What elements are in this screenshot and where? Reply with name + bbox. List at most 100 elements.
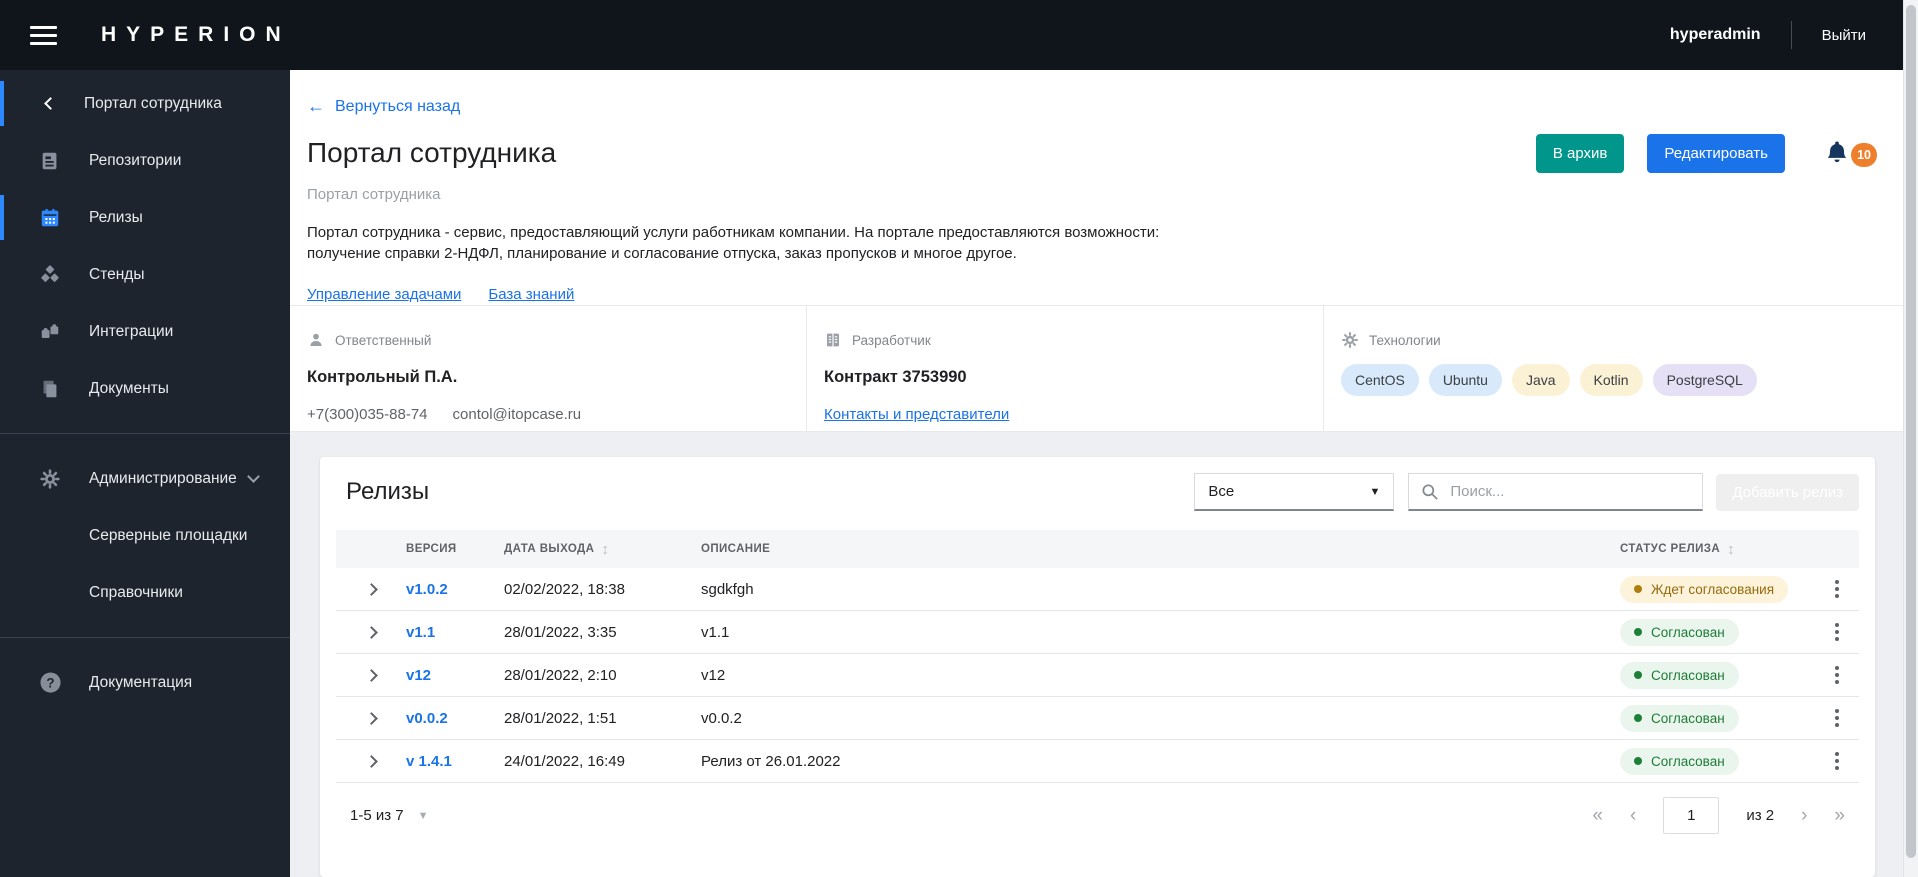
release-date: 02/02/2022, 18:38 (504, 580, 625, 598)
release-description: sgdkfgh (701, 580, 754, 598)
hamburger-menu-icon[interactable] (30, 25, 57, 45)
status-text: Согласован (1651, 753, 1725, 769)
repository-icon (38, 149, 62, 173)
release-date: 28/01/2022, 2:10 (504, 666, 617, 684)
total-pages-label: из 2 (1746, 807, 1775, 824)
back-link[interactable]: ← Вернуться назад (307, 96, 460, 117)
row-expander-icon[interactable] (364, 582, 378, 596)
sort-icon[interactable]: ↕ (601, 541, 609, 558)
row-expander-icon[interactable] (364, 668, 378, 682)
row-menu-button[interactable] (1831, 576, 1843, 602)
question-icon: ? (38, 671, 62, 695)
sidebar-item-directories[interactable]: Справочники (0, 564, 290, 621)
status-dot-icon (1634, 671, 1642, 679)
archive-button[interactable]: В архив (1535, 134, 1625, 173)
next-page-button[interactable]: › (1801, 806, 1807, 825)
last-page-button[interactable]: » (1834, 806, 1845, 825)
current-page-input[interactable]: 1 (1663, 797, 1720, 834)
release-date: 24/01/2022, 16:49 (504, 752, 625, 770)
sidebar-item-label: Интеграции (89, 322, 174, 340)
sidebar-item-repositories[interactable]: Репозитории (0, 132, 290, 189)
column-date: ДАТА ВЫХОДА (504, 543, 595, 555)
sidebar-item-stands[interactable]: Стенды (0, 246, 290, 303)
notifications-button[interactable]: 10 (1823, 137, 1877, 171)
status-badge: Ждет согласования (1620, 575, 1789, 603)
technologies-label: Технологии (1369, 332, 1441, 348)
row-menu-button[interactable] (1831, 748, 1843, 774)
tasks-management-link[interactable]: Управление задачами (307, 286, 461, 303)
status-filter-select[interactable]: Все ▼ (1194, 473, 1395, 511)
sidebar-back-item[interactable]: Портал сотрудника (0, 75, 290, 132)
status-text: Согласован (1651, 710, 1725, 726)
status-text: Согласован (1651, 624, 1725, 640)
search-icon (1422, 484, 1438, 500)
app-window: HYPERION hyperadmin Выйти Портал сотрудн… (0, 0, 1918, 877)
sidebar-item-label: Репозитории (89, 151, 182, 169)
release-version-link[interactable]: v12 (406, 667, 431, 684)
sidebar-item-label: Документы (89, 379, 169, 397)
release-version-link[interactable]: v1.0.2 (406, 581, 448, 598)
sidebar-item-server-sites[interactable]: Серверные площадки (0, 507, 290, 564)
edit-button[interactable]: Редактировать (1647, 134, 1785, 173)
sidebar-item-administration[interactable]: Администрирование (0, 450, 290, 507)
logout-button[interactable]: Выйти (1822, 27, 1866, 44)
gear-icon (38, 467, 62, 491)
sidebar-item-label: Документация (89, 673, 193, 691)
sort-icon[interactable]: ↕ (1727, 541, 1735, 558)
chevron-down-icon (247, 470, 260, 483)
scrollbar-thumb[interactable] (1906, 5, 1916, 858)
sidebar-item-releases[interactable]: Релизы (0, 189, 290, 246)
first-page-button[interactable]: « (1592, 806, 1603, 825)
developer-label: Разработчик (852, 332, 931, 348)
release-version-link[interactable]: v 1.4.1 (406, 753, 452, 770)
row-menu-button[interactable] (1831, 619, 1843, 645)
sidebar-item-label: Релизы (89, 208, 143, 226)
responsible-email: contol@itopcase.ru (452, 406, 582, 424)
service-description: Портал сотрудника - сервис, предоставляю… (307, 224, 1160, 262)
developer-contacts-link[interactable]: Контакты и представители (824, 406, 1009, 423)
release-description: v1.1 (701, 623, 730, 641)
release-version-link[interactable]: v1.1 (406, 624, 435, 641)
release-description: Релиз от 26.01.2022 (701, 752, 841, 770)
technology-chips: CentOS Ubuntu Java Kotlin PostgreSQL (1341, 364, 1898, 397)
table-header: ВЕРСИЯ ДАТА ВЫХОДА ↕ ОПИСАНИЕ СТАТУС РЕЛ… (336, 530, 1859, 568)
technology-chip: Java (1511, 364, 1570, 397)
user-name: hyperadmin (1669, 26, 1761, 43)
knowledge-base-link[interactable]: База знаний (488, 286, 574, 303)
organization-icon (827, 333, 839, 347)
status-badge: Согласован (1620, 704, 1739, 732)
calendar-icon (38, 206, 62, 230)
release-version-link[interactable]: v0.0.2 (406, 710, 448, 727)
prev-page-button[interactable]: ‹ (1630, 806, 1636, 825)
status-text: Согласован (1651, 667, 1725, 683)
releases-card: Релизы Все ▼ Добавить релиз ВЕ (320, 457, 1875, 877)
release-description: v0.0.2 (701, 709, 742, 727)
sidebar-item-integrations[interactable]: Интеграции (0, 303, 290, 360)
add-release-button[interactable]: Добавить релиз (1716, 473, 1859, 511)
sidebar-item-documents[interactable]: Документы (0, 360, 290, 417)
row-expander-icon[interactable] (364, 754, 378, 768)
rows-per-page[interactable]: 1-5 из 7 ▼ (350, 807, 429, 824)
brand-logo: HYPERION (101, 23, 291, 46)
row-menu-button[interactable] (1831, 662, 1843, 688)
technologies-card: Технологии CentOS Ubuntu Java Kotlin Postgre… (1324, 306, 1918, 431)
row-expander-icon[interactable] (364, 711, 378, 725)
row-menu-button[interactable] (1831, 705, 1843, 731)
service-header: ← Вернуться назад Портал сотрудника Порт… (290, 70, 1918, 305)
svg-text:?: ? (46, 675, 54, 690)
sidebar-item-documentation[interactable]: ? Документация (0, 654, 290, 711)
status-badge: Согласован (1620, 618, 1739, 646)
releases-section: Релизы Все ▼ Добавить релиз ВЕ (290, 432, 1918, 877)
row-expander-icon[interactable] (364, 625, 378, 639)
info-row: Ответственный Контрольный П.А. +7(300)03… (290, 305, 1918, 432)
status-text: Ждет согласования (1651, 581, 1775, 597)
release-date: 28/01/2022, 1:51 (504, 709, 617, 727)
releases-title: Релизы (346, 478, 430, 505)
status-dot-icon (1634, 757, 1642, 765)
chevron-left-icon (38, 92, 62, 116)
status-badge: Согласован (1620, 661, 1739, 689)
search-input[interactable] (1408, 473, 1704, 511)
developer-name: Контракт 3753990 (824, 368, 967, 387)
scrollbar[interactable] (1903, 0, 1918, 877)
table-row: v12 28/01/2022, 2:10 v12 Согласован (336, 654, 1859, 697)
